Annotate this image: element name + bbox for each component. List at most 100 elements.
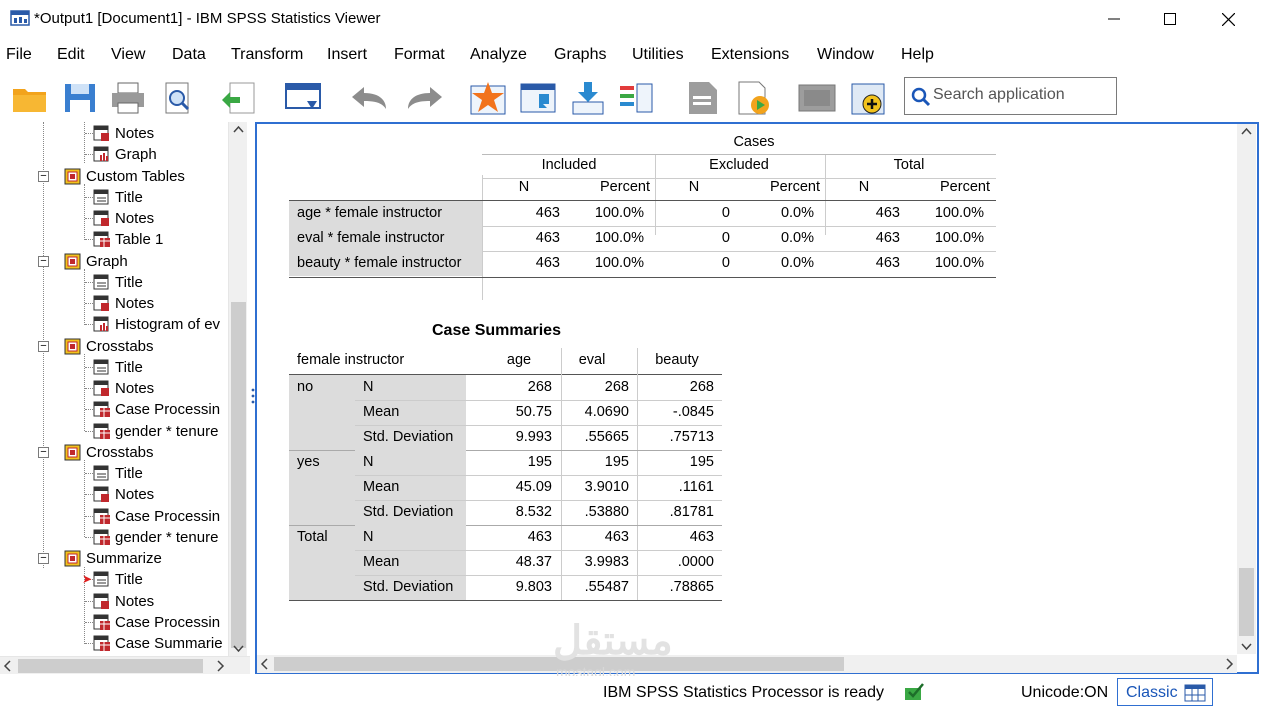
scroll-thumb[interactable] bbox=[231, 302, 246, 648]
menu-transform[interactable]: Transform bbox=[231, 46, 303, 64]
menu-graphs[interactable]: Graphs bbox=[554, 46, 606, 64]
outline-item[interactable]: Crosstabs bbox=[64, 336, 154, 357]
title-icon bbox=[93, 465, 111, 482]
outline-item[interactable]: Histogram of ev bbox=[93, 314, 220, 335]
outline-item-label: Crosstabs bbox=[86, 338, 154, 355]
goto-data-button[interactable] bbox=[468, 78, 508, 118]
outline-item-label: Notes bbox=[115, 210, 155, 227]
col-n: N bbox=[858, 179, 870, 195]
outline-vertical-scrollbar[interactable] bbox=[228, 122, 247, 656]
outline-item[interactable]: Case Processin bbox=[93, 506, 220, 527]
menu-insert[interactable]: Insert bbox=[327, 46, 367, 64]
outline-item[interactable]: gender * tenure bbox=[93, 421, 218, 442]
outline-item[interactable]: Case Processin bbox=[93, 612, 220, 633]
outline-item[interactable]: Title bbox=[93, 357, 143, 378]
save-button[interactable] bbox=[60, 78, 100, 118]
outline-item[interactable]: Graph bbox=[64, 251, 128, 272]
excluded-percent: 0.0% bbox=[780, 205, 814, 221]
outline-item[interactable]: Notes bbox=[93, 378, 154, 399]
designate-window-button[interactable] bbox=[684, 78, 724, 118]
content-vertical-scrollbar[interactable] bbox=[1237, 124, 1256, 654]
menu-extensions[interactable]: Extensions bbox=[711, 46, 789, 64]
menu-format[interactable]: Format bbox=[394, 46, 445, 64]
maximize-button[interactable] bbox=[1147, 4, 1193, 34]
tree-collapse-toggle[interactable]: − bbox=[38, 341, 49, 352]
folder-icon bbox=[64, 550, 82, 567]
scroll-down-icon bbox=[233, 645, 244, 653]
run-script-button[interactable] bbox=[734, 78, 774, 118]
outline-item[interactable]: Graph bbox=[93, 144, 157, 165]
outline-item[interactable]: Notes bbox=[93, 591, 154, 612]
tree-collapse-toggle[interactable]: − bbox=[38, 171, 49, 182]
beauty-value: .81781 bbox=[669, 504, 714, 520]
close-button[interactable] bbox=[1205, 4, 1251, 34]
outline-item[interactable]: Title bbox=[93, 569, 143, 590]
outline-item[interactable]: Notes bbox=[93, 293, 154, 314]
search-input[interactable] bbox=[933, 86, 1113, 104]
current-item-arrow-icon: ➤ bbox=[82, 572, 93, 586]
recall-dialog-button[interactable] bbox=[283, 78, 323, 118]
print-button[interactable] bbox=[108, 78, 148, 118]
export-button[interactable] bbox=[218, 78, 258, 118]
scroll-thumb[interactable] bbox=[18, 659, 203, 673]
outline-item-label: Graph bbox=[115, 146, 157, 163]
beauty-value: 268 bbox=[689, 379, 714, 395]
eval-value: .53880 bbox=[584, 504, 629, 520]
show-all-button[interactable] bbox=[797, 78, 837, 118]
outline-item[interactable]: Summarize bbox=[64, 548, 162, 569]
menu-edit[interactable]: Edit bbox=[57, 46, 85, 64]
goto-variable-button[interactable] bbox=[568, 78, 608, 118]
outline-horizontal-scrollbar[interactable] bbox=[0, 656, 250, 674]
tree-collapse-toggle[interactable]: − bbox=[38, 553, 49, 564]
classic-mode-toggle[interactable]: Classic bbox=[1117, 678, 1213, 706]
open-button[interactable] bbox=[10, 78, 50, 118]
outline-item[interactable]: Custom Tables bbox=[64, 166, 185, 187]
beauty-value: .75713 bbox=[669, 429, 714, 445]
outline-item[interactable]: Notes bbox=[93, 484, 154, 505]
case-processing-table: Cases Included Excluded Total N Percent … bbox=[289, 130, 999, 300]
tree-collapse-toggle[interactable]: − bbox=[38, 447, 49, 458]
graph-icon bbox=[93, 146, 111, 163]
outline-item-label: Title bbox=[115, 359, 143, 376]
folder-icon bbox=[64, 168, 82, 185]
outline-item[interactable]: Crosstabs bbox=[64, 442, 154, 463]
window-title: *Output1 [Document1] - IBM SPSS Statisti… bbox=[34, 10, 381, 27]
content-horizontal-scrollbar[interactable] bbox=[257, 655, 1237, 673]
graph-icon bbox=[93, 316, 111, 333]
table-icon bbox=[93, 529, 111, 546]
variables-button[interactable] bbox=[616, 78, 656, 118]
outline-item-label: Case Processin bbox=[115, 508, 221, 525]
outline-item[interactable]: Notes bbox=[93, 123, 154, 144]
search-box[interactable] bbox=[904, 77, 1117, 115]
outline-item[interactable]: Table 1 bbox=[93, 229, 163, 250]
menu-help[interactable]: Help bbox=[901, 46, 934, 64]
scroll-thumb[interactable] bbox=[1239, 568, 1254, 636]
minimize-button[interactable] bbox=[1091, 4, 1137, 34]
menu-window[interactable]: Window bbox=[817, 46, 874, 64]
menu-file[interactable]: File bbox=[6, 46, 32, 64]
case-summaries-table: female instructor age eval beauty no N 268… bbox=[289, 346, 729, 606]
insert-output-button[interactable] bbox=[848, 78, 888, 118]
outline-item[interactable]: gender * tenure bbox=[93, 527, 218, 548]
menu-data[interactable]: Data bbox=[172, 46, 206, 64]
print-preview-icon bbox=[165, 82, 190, 114]
run-script-icon bbox=[738, 81, 769, 115]
undo-button[interactable] bbox=[348, 78, 388, 118]
redo-button[interactable] bbox=[404, 78, 444, 118]
print-preview-button[interactable] bbox=[158, 78, 198, 118]
beauty-value: -.0845 bbox=[672, 404, 714, 420]
tree-collapse-toggle[interactable]: − bbox=[38, 256, 49, 267]
outline-item[interactable]: Title bbox=[93, 463, 143, 484]
menu-analyze[interactable]: Analyze bbox=[470, 46, 527, 64]
row-label: age * female instructor bbox=[289, 201, 482, 226]
outline-item[interactable]: Notes bbox=[93, 208, 154, 229]
eval-value: .55487 bbox=[584, 579, 629, 595]
outline-item[interactable]: Title bbox=[93, 272, 143, 293]
outline-item[interactable]: Case Summarie bbox=[93, 633, 223, 654]
menu-view[interactable]: View bbox=[111, 46, 145, 64]
goto-case-button[interactable] bbox=[518, 78, 558, 118]
outline-item[interactable]: Case Processin bbox=[93, 399, 220, 420]
outline-item-label: Notes bbox=[115, 380, 155, 397]
menu-utilities[interactable]: Utilities bbox=[632, 46, 684, 64]
outline-item[interactable]: Title bbox=[93, 187, 143, 208]
